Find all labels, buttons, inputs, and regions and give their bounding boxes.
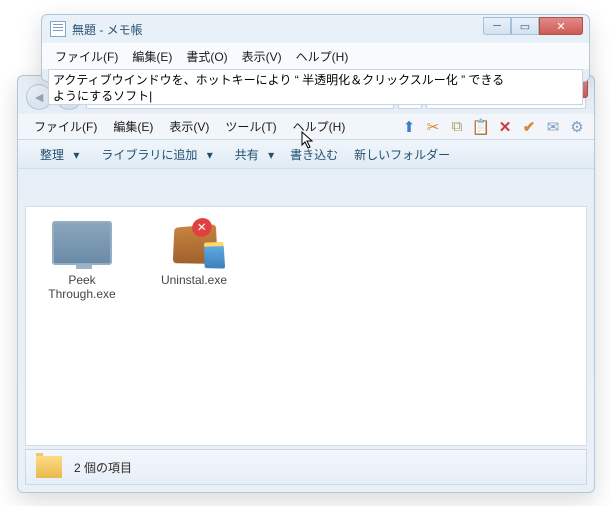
cmd-organize[interactable]: 整理 ▾ [28,146,85,163]
tool-icon[interactable]: ⚙ [568,118,586,136]
file-item[interactable]: Peek Through.exe [40,221,124,301]
file-name: Peek Through.exe [40,273,124,301]
cmd-newfolder[interactable]: 新しいフォルダー [348,146,456,163]
text-line: アクティブウインドウを、ホットキーにより “ 半透明化＆クリックスルー化 ” で… [53,72,578,88]
cmd-share[interactable]: 共有 ▾ [223,146,280,163]
file-pane[interactable]: Peek Through.exe Uninstal.exe [25,206,587,446]
paste-icon[interactable]: 📋 [472,118,490,136]
delete-icon[interactable]: ✕ [496,118,514,136]
status-text: 2 個の項目 [74,459,132,476]
cmd-library[interactable]: ライブラリに追加 ▾ [89,146,218,163]
menu-view[interactable]: 表示(V) [235,46,289,67]
close-button[interactable]: ✕ [539,17,583,35]
mail-icon[interactable]: ✉ [544,118,562,136]
status-bar: 2 個の項目 [25,449,587,485]
menu-tool[interactable]: ツール(T) [217,116,284,137]
command-bar: 整理 ▾ ライブラリに追加 ▾ 共有 ▾ 書き込む 新しいフォルダー [18,139,594,169]
explorer-window: ─ ▭ ✕ ◄ ► « Program Files (x86) ▶ Peek T… [17,75,595,493]
toolbar-right: ⬆ ✂ ⧉ 📋 ✕ ✔ ✉ ⚙ [400,118,586,136]
window-buttons: ─ ▭ ✕ [483,17,583,35]
menu-view[interactable]: 表示(V) [161,116,217,137]
up-icon[interactable]: ⬆ [400,118,418,136]
menu-file[interactable]: ファイル(F) [48,46,125,67]
menu-edit[interactable]: 編集(E) [105,116,161,137]
notepad-window: 無題 - メモ帳 ─ ▭ ✕ ファイル(F) 編集(E) 書式(O) 表示(V)… [41,14,590,82]
menu-help[interactable]: ヘルプ(H) [285,116,354,137]
exe-icon [52,221,112,265]
text-line: ようにするソフト| [53,88,578,104]
uninstall-icon [173,224,218,264]
minimize-button[interactable]: ─ [483,17,511,35]
menu-file[interactable]: ファイル(F) [26,116,105,137]
file-item[interactable]: Uninstal.exe [152,221,236,287]
menu-edit[interactable]: 編集(E) [125,46,179,67]
notepad-titlebar[interactable]: 無題 - メモ帳 ─ ▭ ✕ [42,15,589,43]
explorer-menubar: ファイル(F) 編集(E) 表示(V) ツール(T) ヘルプ(H) ⬆ ✂ ⧉ … [18,114,594,139]
notepad-title: 無題 - メモ帳 [72,21,143,38]
folder-icon [36,456,62,478]
menu-help[interactable]: ヘルプ(H) [289,46,356,67]
cmd-burn[interactable]: 書き込む [284,146,344,163]
notepad-text-area[interactable]: アクティブウインドウを、ホットキーにより “ 半透明化＆クリックスルー化 ” で… [48,69,583,105]
maximize-button[interactable]: ▭ [511,17,539,35]
notepad-icon [50,21,66,37]
cut-icon[interactable]: ✂ [424,118,442,136]
copy-icon[interactable]: ⧉ [448,118,466,136]
file-name: Uninstal.exe [152,273,236,287]
notepad-menubar: ファイル(F) 編集(E) 書式(O) 表示(V) ヘルプ(H) [42,43,589,69]
menu-format[interactable]: 書式(O) [179,46,234,67]
check-icon[interactable]: ✔ [520,118,538,136]
